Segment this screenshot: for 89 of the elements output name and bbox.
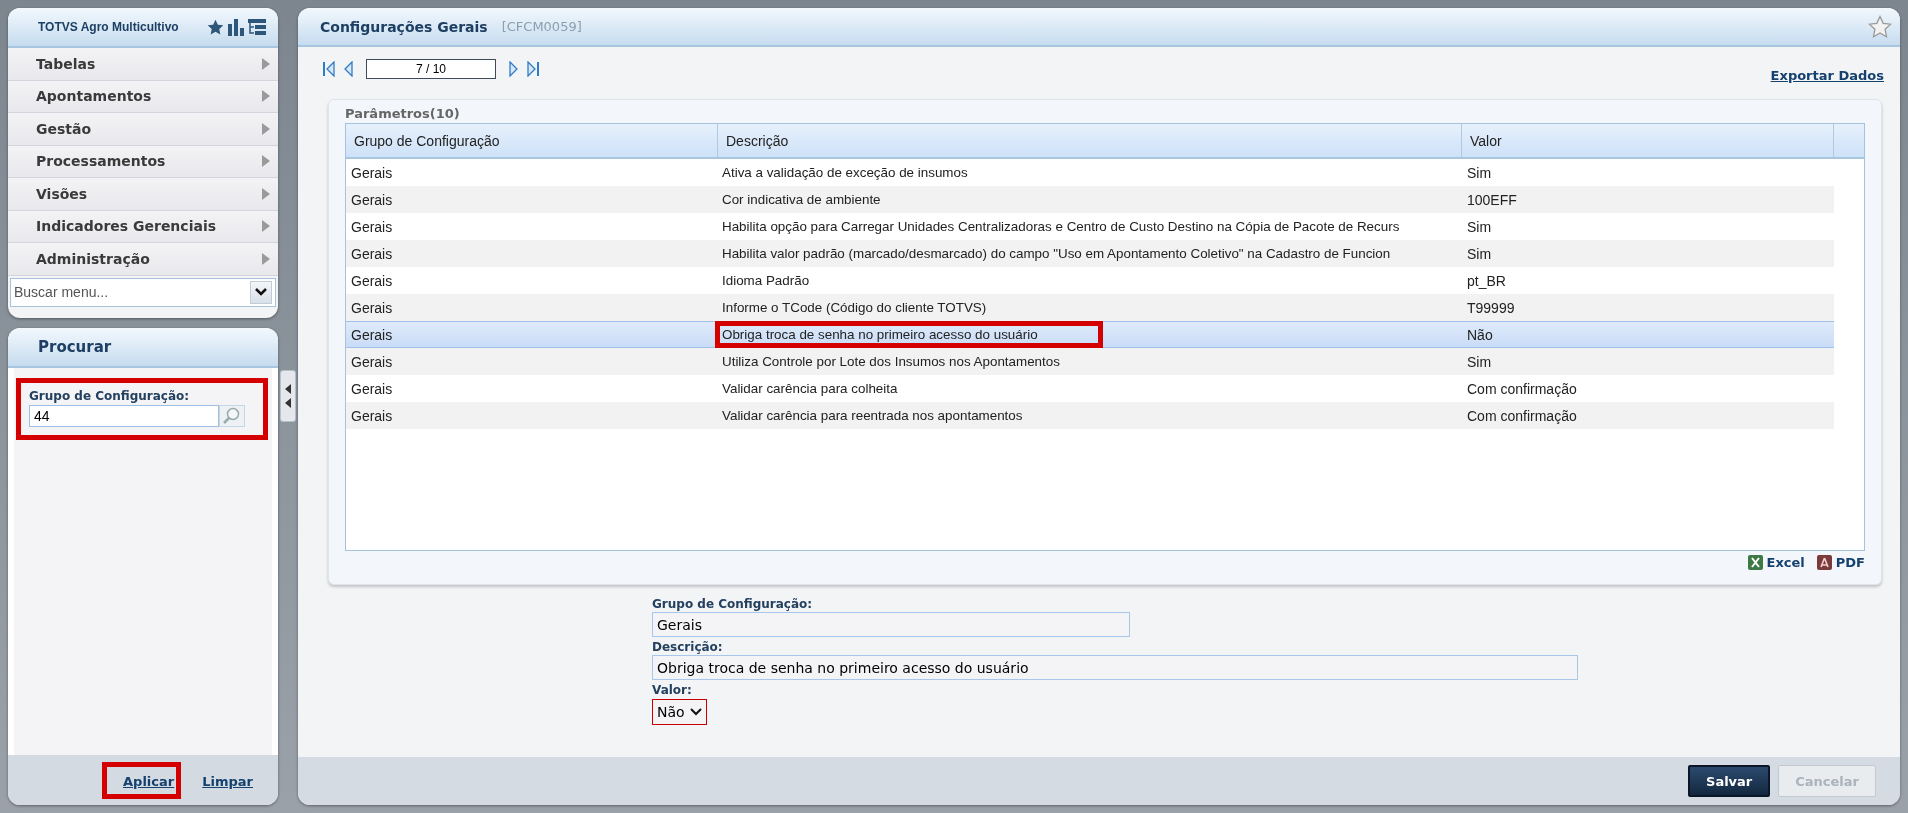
table-cell: Obriga troca de senha no primeiro acesso do usuário [722, 327, 1038, 342]
star-icon[interactable] [207, 18, 224, 36]
menu-item[interactable]: Visões [8, 178, 278, 211]
text-field[interactable]: Gerais [652, 612, 1130, 637]
menu-search-box[interactable]: Buscar menu... [10, 277, 276, 307]
table-cell: Idioma Padrão [722, 273, 810, 288]
star-icon[interactable] [1868, 14, 1892, 39]
search-icon [223, 407, 241, 425]
export-link[interactable]: PDF [1835, 555, 1865, 570]
table-cell: Gerais [351, 380, 393, 397]
page-title: Configurações Gerais [320, 18, 488, 35]
action-button[interactable]: Salvar [1688, 765, 1771, 797]
caret-right-icon [262, 90, 270, 103]
last-page-icon[interactable] [526, 61, 540, 77]
table-cell: T99999 [1467, 299, 1515, 316]
table-cell: Gerais [351, 191, 393, 208]
collapse-handle[interactable] [280, 370, 296, 422]
search-field[interactable]: 44 [29, 405, 219, 427]
spreadsheet-icon[interactable] [1747, 555, 1763, 570]
table-cell: Com confirmação [1467, 407, 1577, 424]
table-row[interactable]: Gerais Cor indicativa de ambiente 100EFF [346, 186, 1834, 213]
table-row[interactable]: Gerais Utiliza Controle por Lote dos Insumos nos Apontamentos Sim [346, 348, 1834, 375]
field-label: Grupo de Configuração: [29, 389, 191, 403]
menu-item[interactable]: Tabelas [8, 48, 278, 81]
table-cell: Gerais [351, 164, 393, 181]
table-cell: Sim [1467, 245, 1492, 262]
app-title: TOTVS Agro Multicultivo [38, 20, 179, 34]
table-row[interactable]: Gerais Validar carência para reentrada nos apontamentos Com confirmação [346, 402, 1834, 429]
table-cell: Com confirmação [1467, 380, 1577, 397]
first-page-icon[interactable] [322, 61, 336, 77]
menu-search-field[interactable]: Buscar menu... [11, 284, 250, 300]
table-cell: Validar carência para reentrada nos apontamentos [722, 408, 1023, 423]
caret-right-icon [262, 122, 270, 135]
field-label: Valor: [652, 683, 692, 697]
table-cell: Informe o TCode (Código do cliente TOTVS) [722, 300, 987, 315]
table-cell: Validar carência para colheita [722, 381, 898, 396]
table-cell: Gerais [351, 245, 393, 262]
table-cell: 100EFF [1467, 191, 1517, 208]
caret-down-icon [689, 708, 702, 716]
document-icon[interactable] [1816, 555, 1832, 570]
table-cell: Gerais [351, 218, 393, 235]
field-label: Descrição: [652, 640, 723, 654]
table-row[interactable]: Gerais Obriga troca de senha no primeiro acesso do usuário Não [346, 321, 1834, 348]
table-cell: Ativa a validação de exceção de insumos [722, 165, 968, 180]
next-page-icon[interactable] [509, 61, 519, 77]
field-label: Grupo de Configuração: [652, 597, 813, 611]
text-field[interactable]: Obriga troca de senha no primeiro acesso do usuário [652, 655, 1578, 680]
action-link[interactable]: Limpar [202, 773, 253, 789]
table-row[interactable]: Gerais Habilita valor padrão (marcado/desmarcado) do campo "Uso em Apontamento Coletivo" na Cadastro de Funcion Sim [346, 240, 1834, 267]
caret-right-icon [262, 252, 270, 265]
panel-title: Procurar [38, 338, 112, 356]
column-header[interactable]: Grupo de Configuração [346, 124, 718, 157]
menu-item[interactable]: Gestão [8, 113, 278, 146]
bar-chart-icon[interactable] [228, 18, 244, 36]
caret-right-icon [262, 220, 270, 233]
previous-page-icon[interactable] [343, 61, 353, 77]
table-cell: Sim [1467, 218, 1492, 235]
action-link[interactable]: Aplicar [123, 773, 175, 789]
table-cell: Gerais [351, 353, 393, 370]
table-cell: Habilita opção para Carregar Unidades Centralizadoras e Centro de Custo Destino na Cópia de Pacote de Recurs [722, 219, 1400, 234]
chevron-down-icon[interactable] [255, 288, 267, 296]
export-link[interactable]: Exportar Dados [1770, 67, 1884, 83]
caret-right-icon [262, 155, 270, 168]
table-cell: Cor indicativa de ambiente [722, 192, 881, 207]
table-cell: Sim [1467, 353, 1492, 370]
menu-item[interactable]: Administração [8, 243, 278, 276]
table-cell: Gerais [351, 407, 393, 424]
table-cell: Gerais [351, 299, 393, 316]
table-cell: Gerais [351, 272, 393, 289]
grid-title: Parâmetros(10) [345, 106, 461, 121]
export-link[interactable]: Excel [1766, 555, 1805, 570]
column-header[interactable]: Descrição [718, 124, 1462, 157]
tree-list-icon[interactable] [248, 18, 266, 36]
menu-item[interactable]: Apontamentos [8, 80, 278, 113]
menu-item[interactable]: Indicadores Gerenciais [8, 210, 278, 243]
caret-right-icon [262, 187, 270, 200]
table-cell: Habilita valor padrão (marcado/desmarcado) do campo "Uso em Apontamento Coletivo" na Cadastro de Funcion [722, 246, 1391, 261]
table-row[interactable]: Gerais Informe o TCode (Código do cliente TOTVS) T99999 [346, 294, 1834, 321]
table-cell: pt_BR [1467, 272, 1506, 289]
page-code: [CFCM0059] [501, 19, 583, 34]
caret-right-icon [262, 57, 270, 70]
page-field[interactable]: 7 / 10 [366, 59, 496, 79]
select-field[interactable]: Não [652, 699, 707, 725]
table-cell: Sim [1467, 164, 1492, 181]
table-cell: Não [1467, 326, 1493, 343]
column-header[interactable]: Valor [1462, 124, 1834, 157]
table-cell: Gerais [351, 326, 393, 343]
menu-item[interactable]: Processamentos [8, 145, 278, 178]
table-cell: Utiliza Controle por Lote dos Insumos nos Apontamentos [722, 354, 1060, 369]
